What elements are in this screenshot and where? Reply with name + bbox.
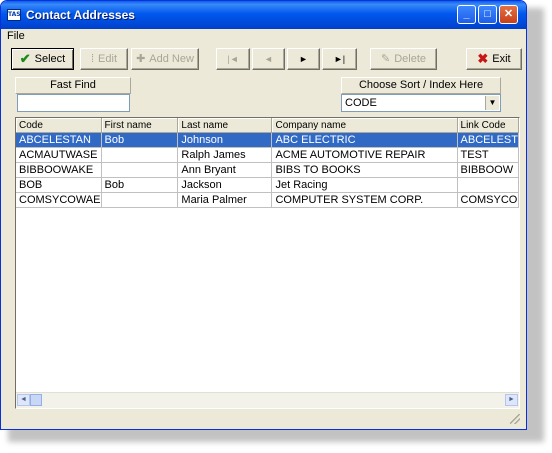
- cell-code: ABCELESTAN: [16, 132, 102, 148]
- cell-last-name: Jackson: [177, 177, 273, 193]
- title-bar[interactable]: TAS Contact Addresses _ □ ✕: [1, 1, 526, 29]
- next-record-button[interactable]: ►: [287, 48, 320, 70]
- delete-button[interactable]: ✎ Delete: [370, 48, 437, 70]
- cell-company-name: ABC ELECTRIC: [271, 132, 458, 148]
- table-row[interactable]: COMSYCOWAE Maria Palmer COMPUTER SYSTEM …: [16, 192, 519, 208]
- close-button[interactable]: ✕: [499, 5, 518, 24]
- cell-last-name: Ann Bryant: [177, 162, 273, 178]
- cell-link-code: ABCELEST: [457, 132, 519, 148]
- x-icon: ✖: [477, 51, 489, 66]
- cell-code: BOB: [16, 177, 102, 193]
- cell-code: COMSYCOWAE: [16, 192, 102, 208]
- status-bar: [5, 414, 524, 427]
- select-label: Select: [34, 53, 66, 65]
- cell-last-name: Johnson: [177, 132, 273, 148]
- exit-label: Exit: [492, 53, 511, 65]
- table-header-row: Code First name Last name Company name L…: [16, 118, 519, 133]
- column-header-code[interactable]: Code: [16, 118, 102, 133]
- horizontal-scrollbar[interactable]: ◄ ►: [16, 392, 519, 408]
- column-header-last-name[interactable]: Last name: [177, 118, 273, 133]
- contacts-grid[interactable]: Code First name Last name Company name L…: [15, 117, 520, 409]
- minimize-button[interactable]: _: [457, 5, 476, 24]
- edit-button[interactable]: ⁞ Edit: [80, 48, 128, 70]
- pencil-icon: ⁞: [90, 53, 95, 65]
- fast-find-input[interactable]: [17, 94, 130, 112]
- last-record-button[interactable]: ►|: [322, 48, 357, 70]
- cell-link-code: BIBBOOW: [457, 162, 519, 178]
- table-row[interactable]: BIBBOOWAKE Ann Bryant BIBS TO BOOKS BIBB…: [16, 162, 519, 178]
- app-icon: TAS: [7, 9, 21, 21]
- add-new-label: Add New: [149, 53, 194, 65]
- first-record-button[interactable]: |◄: [216, 48, 250, 70]
- cell-code: BIBBOOWAKE: [16, 162, 102, 178]
- cell-company-name: BIBS TO BOOKS: [271, 162, 458, 178]
- edit-label: Edit: [98, 53, 118, 65]
- previous-record-button[interactable]: ◄: [252, 48, 285, 70]
- contacts-table: Code First name Last name Company name L…: [16, 118, 519, 208]
- cell-first-name: [101, 162, 179, 178]
- menu-bar: File: [1, 29, 526, 43]
- check-icon: ✔: [19, 51, 31, 66]
- cell-company-name: ACME AUTOMOTIVE REPAIR: [271, 147, 458, 163]
- table-row[interactable]: BOB Bob Jackson Jet Racing: [16, 177, 519, 193]
- scroll-thumb[interactable]: [30, 394, 42, 406]
- scroll-right-icon[interactable]: ►: [505, 394, 518, 406]
- add-new-button[interactable]: ✚ Add New: [131, 48, 199, 70]
- cell-first-name: Bob: [101, 132, 179, 148]
- column-header-company-name[interactable]: Company name: [271, 118, 458, 133]
- select-button[interactable]: ✔ Select: [11, 48, 74, 70]
- scroll-left-icon[interactable]: ◄: [17, 394, 30, 406]
- cell-company-name: COMPUTER SYSTEM CORP.: [271, 192, 458, 208]
- sort-index-value: CODE: [345, 97, 377, 109]
- eraser-icon: ✎: [380, 53, 391, 65]
- delete-label: Delete: [394, 53, 426, 65]
- cell-link-code: TEST: [457, 147, 519, 163]
- chevron-down-icon[interactable]: ▼: [485, 96, 499, 110]
- menu-file[interactable]: File: [7, 30, 25, 42]
- cell-company-name: Jet Racing: [271, 177, 458, 193]
- cell-link-code: COMSYCO: [457, 192, 519, 208]
- maximize-button[interactable]: □: [478, 5, 497, 24]
- cell-first-name: Bob: [101, 177, 179, 193]
- resize-grip-icon[interactable]: [510, 414, 520, 424]
- cell-code: ACMAUTWASE: [16, 147, 102, 163]
- cell-link-code: [457, 177, 519, 193]
- fast-find-label: Fast Find: [15, 77, 131, 94]
- cell-first-name: [101, 147, 179, 163]
- column-header-link-code[interactable]: Link Code: [457, 118, 519, 133]
- cell-first-name: [101, 192, 179, 208]
- table-row[interactable]: ABCELESTAN Bob Johnson ABC ELECTRIC ABCE…: [16, 132, 519, 148]
- sort-index-label: Choose Sort / Index Here: [341, 77, 501, 94]
- sort-index-select[interactable]: CODE ▼: [341, 94, 501, 112]
- cell-last-name: Maria Palmer: [177, 192, 273, 208]
- table-row[interactable]: ACMAUTWASE Ralph James ACME AUTOMOTIVE R…: [16, 147, 519, 163]
- contact-addresses-window: TAS Contact Addresses _ □ ✕ File ✔ Select…: [0, 0, 527, 430]
- plus-icon: ✚: [136, 53, 146, 65]
- exit-button[interactable]: ✖ Exit: [466, 48, 522, 70]
- cell-last-name: Ralph James: [177, 147, 273, 163]
- window-title: Contact Addresses: [26, 8, 135, 22]
- column-header-first-name[interactable]: First name: [101, 118, 179, 133]
